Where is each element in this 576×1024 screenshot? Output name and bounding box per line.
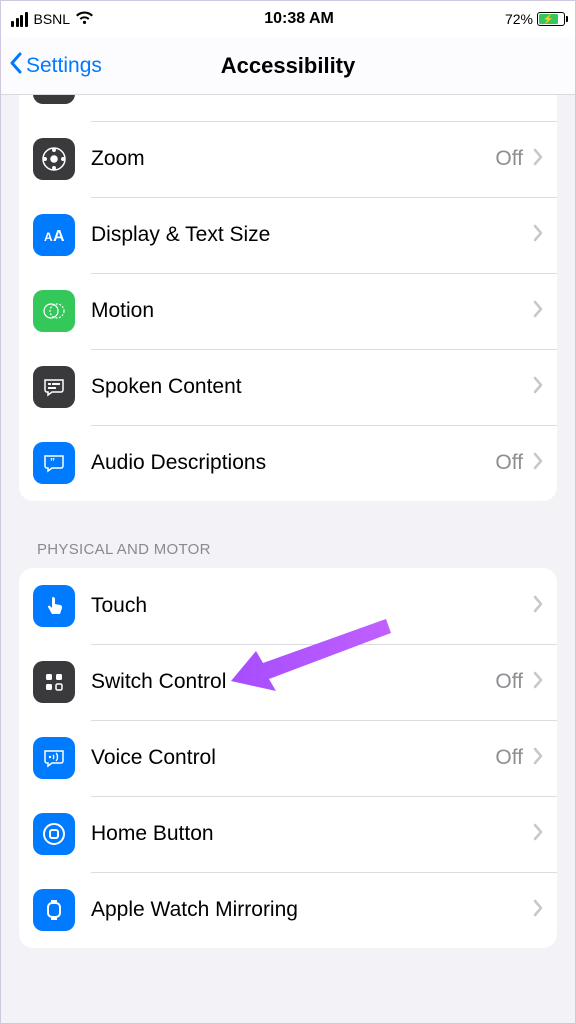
signal-icon bbox=[11, 12, 28, 27]
section-header-physical: PHYSICAL AND MOTOR bbox=[19, 501, 557, 568]
row-home-button[interactable]: Home Button bbox=[19, 796, 557, 872]
wifi-icon bbox=[76, 11, 93, 27]
row-label: Apple Watch Mirroring bbox=[91, 898, 533, 922]
carrier-label: BSNL bbox=[34, 11, 71, 27]
row-voice-control[interactable]: Voice Control Off bbox=[19, 720, 557, 796]
row-label: Zoom bbox=[91, 147, 495, 171]
chevron-right-icon bbox=[533, 671, 543, 694]
row-display-text-size[interactable]: AA Display & Text Size bbox=[19, 197, 557, 273]
switch-control-icon bbox=[33, 661, 75, 703]
chevron-right-icon bbox=[533, 823, 543, 846]
row-label: Voice Control bbox=[91, 746, 495, 770]
row-label: Touch bbox=[91, 594, 533, 618]
back-label: Settings bbox=[26, 54, 102, 78]
section-physical: Touch Switch Control Off Voice Control O… bbox=[19, 568, 557, 948]
chevron-right-icon bbox=[533, 300, 543, 323]
row-value: Off bbox=[495, 746, 523, 770]
row-voiceover[interactable]: VoiceOver Off bbox=[19, 95, 557, 121]
row-label: Switch Control bbox=[91, 670, 495, 694]
motion-icon bbox=[33, 290, 75, 332]
status-bar: BSNL 10:38 AM 72% ⚡ bbox=[1, 1, 575, 37]
row-label: Spoken Content bbox=[91, 375, 533, 399]
spoken-content-icon bbox=[33, 366, 75, 408]
row-switch-control[interactable]: Switch Control Off bbox=[19, 644, 557, 720]
voice-control-icon bbox=[33, 737, 75, 779]
chevron-right-icon bbox=[533, 899, 543, 922]
row-touch[interactable]: Touch bbox=[19, 568, 557, 644]
row-value: Off bbox=[495, 451, 523, 475]
text-size-icon: AA bbox=[33, 214, 75, 256]
touch-icon bbox=[33, 585, 75, 627]
svg-text:A: A bbox=[44, 230, 53, 244]
chevron-left-icon bbox=[9, 52, 23, 80]
battery-icon: ⚡ bbox=[537, 12, 565, 26]
chevron-right-icon bbox=[533, 224, 543, 247]
section-vision: VoiceOver Off Zoom Off AA Display & Text… bbox=[19, 95, 557, 501]
row-value: Off bbox=[495, 147, 523, 171]
chevron-right-icon bbox=[533, 595, 543, 618]
row-label: Display & Text Size bbox=[91, 223, 533, 247]
row-spoken-content[interactable]: Spoken Content bbox=[19, 349, 557, 425]
nav-bar: Settings Accessibility bbox=[1, 37, 575, 95]
chevron-right-icon bbox=[533, 452, 543, 475]
chevron-right-icon bbox=[533, 747, 543, 770]
row-motion[interactable]: Motion bbox=[19, 273, 557, 349]
status-time: 10:38 AM bbox=[264, 10, 334, 28]
row-zoom[interactable]: Zoom Off bbox=[19, 121, 557, 197]
svg-text:A: A bbox=[53, 228, 65, 245]
back-button[interactable]: Settings bbox=[9, 52, 102, 80]
row-apple-watch-mirroring[interactable]: Apple Watch Mirroring bbox=[19, 872, 557, 948]
row-label: Home Button bbox=[91, 822, 533, 846]
apple-watch-icon bbox=[33, 889, 75, 931]
row-label: Motion bbox=[91, 299, 533, 323]
chevron-right-icon bbox=[533, 148, 543, 171]
zoom-icon bbox=[33, 138, 75, 180]
battery-percent: 72% bbox=[505, 11, 533, 27]
home-button-icon bbox=[33, 813, 75, 855]
voiceover-icon bbox=[33, 95, 75, 104]
row-audio-descriptions[interactable]: ” Audio Descriptions Off bbox=[19, 425, 557, 501]
row-value: Off bbox=[495, 670, 523, 694]
row-label: Audio Descriptions bbox=[91, 451, 495, 475]
audio-descriptions-icon: ” bbox=[33, 442, 75, 484]
chevron-right-icon bbox=[533, 376, 543, 399]
svg-text:”: ” bbox=[50, 457, 55, 468]
